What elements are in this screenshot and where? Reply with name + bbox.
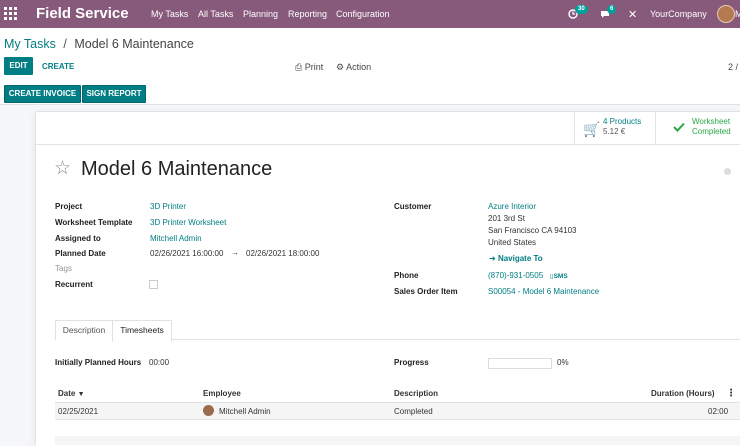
planned-date-label: Planned Date (55, 249, 106, 258)
employee-avatar (203, 405, 214, 416)
tab-timesheets[interactable]: Timesheets (112, 320, 172, 342)
products-count: 4 Products (603, 117, 642, 126)
sales-order-link[interactable]: S00054 - Model 6 Maintenance (488, 287, 599, 296)
check-icon (673, 122, 685, 132)
optional-columns-icon[interactable]: ⋮ (726, 388, 736, 399)
phone-link[interactable]: (870)-931-0505 (488, 271, 543, 280)
create-button[interactable]: CREATE (42, 62, 74, 71)
row-description: Completed (394, 407, 433, 416)
recurrent-label: Recurrent (55, 280, 93, 289)
add-line-row[interactable] (55, 436, 740, 445)
user-name[interactable]: M (735, 9, 740, 19)
progress-label: Progress (394, 358, 429, 367)
create-invoice-button[interactable]: CREATE INVOICE (4, 85, 81, 103)
customer-link[interactable]: Azure Interior (488, 202, 536, 211)
divider (35, 144, 740, 145)
address-line3: United States (488, 238, 537, 247)
messages-icon[interactable]: 6 (600, 5, 617, 19)
activity-count-badge: 30 (575, 5, 588, 14)
menu-planning[interactable]: Planning (243, 9, 278, 19)
star-priority-icon[interactable]: ☆ (54, 157, 71, 180)
assigned-label: Assigned to (55, 234, 101, 243)
sort-down-icon: ▼ (77, 391, 85, 398)
sms-button[interactable]: ▯SMS (550, 272, 568, 280)
user-avatar[interactable] (717, 5, 735, 23)
progress-text: 0% (557, 358, 569, 367)
column-description[interactable]: Description (394, 389, 438, 398)
top-navbar: Field Service My Tasks All Tasks Plannin… (0, 0, 740, 28)
sign-report-button[interactable]: SIGN REPORT (82, 85, 146, 103)
row-date: 02/25/2021 (58, 407, 99, 416)
recurrent-checkbox[interactable] (149, 280, 158, 289)
message-count-badge: 6 (607, 5, 617, 14)
breadcrumb-parent[interactable]: My Tasks (4, 37, 56, 51)
column-duration[interactable]: Duration (Hours) (651, 389, 715, 398)
gear-icon: ⚙ (336, 62, 345, 72)
menu-reporting[interactable]: Reporting (288, 9, 327, 19)
initially-planned-label: Initially Planned Hours (55, 358, 142, 367)
print-label: Print (304, 62, 324, 72)
menu-configuration[interactable]: Configuration (336, 9, 390, 19)
company-switcher[interactable]: YourCompany (650, 9, 707, 19)
tags-label: Tags (55, 264, 72, 273)
breadcrumb: My Tasks / Model 6 Maintenance (4, 37, 194, 51)
worksheet-template-label: Worksheet Template (55, 218, 133, 227)
worksheet-status-line2: Completed (692, 127, 731, 136)
column-employee[interactable]: Employee (203, 389, 241, 398)
navigate-to-label: Navigate To (497, 254, 543, 263)
print-icon: ⎙ (295, 62, 303, 72)
record-title: Model 6 Maintenance (81, 158, 273, 180)
worksheet-status-line1: Worksheet (692, 117, 731, 126)
row-employee: Mitchell Admin (219, 407, 271, 416)
navigate-to-button[interactable]: ➜ Navigate To (489, 254, 543, 263)
date-range-arrow: → (231, 248, 239, 257)
address-line1: 201 3rd St (488, 214, 525, 223)
planned-date-end[interactable]: 02/26/2021 18:00:00 (246, 249, 319, 258)
products-amount: 5.12 € (603, 127, 626, 136)
customer-label: Customer (394, 202, 432, 211)
arrow-right-icon: ➜ (489, 254, 496, 263)
phone-label: Phone (394, 271, 419, 280)
breadcrumb-current: Model 6 Maintenance (74, 37, 194, 51)
edit-button[interactable]: EDIT (4, 57, 33, 75)
cart-icon: 🛒 (583, 121, 601, 137)
worksheet-template-link[interactable]: 3D Printer Worksheet (150, 218, 226, 227)
project-link[interactable]: 3D Printer (150, 202, 186, 211)
column-date-label: Date (58, 389, 76, 398)
worksheet-smart-button[interactable]: Worksheet Completed (656, 111, 740, 144)
print-menu[interactable]: ⎙ Print (295, 62, 323, 73)
progress-bar (488, 358, 552, 369)
products-smart-button[interactable]: 🛒 4 Products 5.12 € (575, 111, 655, 144)
project-label: Project (55, 202, 83, 211)
assigned-link[interactable]: Mitchell Admin (150, 234, 202, 243)
menu-all-tasks[interactable]: All Tasks (198, 9, 233, 19)
app-name[interactable]: Field Service (36, 5, 129, 22)
address-line2: San Francisco CA 94103 (488, 226, 577, 235)
initially-planned-value: 00:00 (149, 358, 170, 367)
sms-label: SMS (553, 273, 568, 280)
planned-date-start[interactable]: 02/26/2021 16:00:00 (150, 249, 223, 258)
action-menu[interactable]: ⚙ Action (336, 62, 371, 73)
pager[interactable]: 2 / (728, 62, 738, 72)
activity-clock-icon[interactable]: 30 (568, 5, 588, 19)
row-duration: 02:00 (708, 407, 729, 416)
apps-menu-icon[interactable] (4, 7, 18, 21)
kanban-state-icon[interactable] (724, 168, 731, 175)
sales-order-label: Sales Order Item (394, 287, 458, 296)
menu-my-tasks[interactable]: My Tasks (151, 9, 188, 19)
action-label: Action (346, 62, 372, 72)
breadcrumb-separator: / (63, 37, 67, 51)
column-date[interactable]: Date ▼ (58, 389, 85, 398)
tools-icon[interactable]: ✕ (628, 8, 637, 21)
tab-description[interactable]: Description (55, 320, 113, 340)
